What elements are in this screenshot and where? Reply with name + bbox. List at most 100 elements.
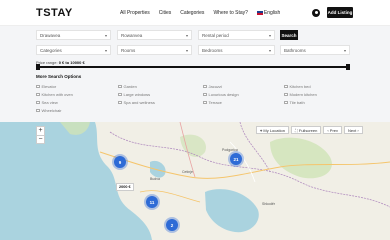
checkbox[interactable] (118, 100, 122, 105)
option-label: Large windows (123, 92, 151, 97)
rental-period-select[interactable]: Rental period ▾ (198, 30, 275, 40)
prev-button[interactable]: ‹ Prev (323, 126, 343, 134)
bathrooms-value: Bathrooms (284, 47, 306, 53)
language-selector[interactable]: English (256, 10, 281, 16)
map-tiles (0, 122, 390, 240)
chevron-down-icon: ▾ (104, 48, 107, 53)
map-cluster-marker[interactable]: 9 (114, 156, 126, 168)
option-checkbox-item[interactable]: Elevator (36, 84, 56, 89)
option-checkbox-item[interactable]: Kitchen bed (284, 84, 311, 89)
chevron-down-icon: ▾ (185, 48, 188, 53)
city-label: Shkodër (262, 202, 276, 206)
site-logo[interactable]: TSTAY (36, 7, 73, 19)
option-label: Terrace (208, 100, 222, 105)
add-listing-button[interactable]: Add Listing (327, 7, 353, 18)
nav-cities[interactable]: Cities (159, 10, 172, 16)
option-checkbox-item[interactable]: Luxurious design (203, 92, 239, 97)
checkbox[interactable] (36, 108, 40, 113)
more-options-title: More Search Options (36, 74, 82, 79)
checkbox[interactable] (203, 84, 207, 89)
map-controls: ⌖ My Location ⛶ Fullscreen ‹ Prev Next › (256, 126, 363, 134)
my-location-label: My Location (263, 127, 285, 133)
zoom-in-button[interactable]: + (37, 127, 44, 135)
option-label: Garden (123, 84, 137, 89)
rooms-value: Rooms (121, 47, 136, 53)
checkbox[interactable] (203, 100, 207, 105)
uk-flag-icon (256, 10, 263, 15)
checkbox[interactable] (36, 92, 40, 97)
price-range-value: 0 € to 10000 € (58, 60, 85, 65)
checkin-value: Rowanvea (121, 32, 143, 38)
price-range-label: Price range: 0 € to 10000 € (36, 60, 85, 65)
price-slider-max-handle[interactable] (346, 64, 350, 70)
checkbox[interactable] (284, 84, 288, 89)
checkbox[interactable] (36, 100, 40, 105)
categories-value: Categories (40, 47, 62, 53)
option-checkbox-item[interactable]: Modern kitchen (284, 92, 317, 97)
option-checkbox-item[interactable]: Large windows (118, 92, 150, 97)
rental-period-value: Rental period (202, 32, 229, 38)
map-price-marker[interactable]: 2000 € (116, 183, 134, 191)
option-label: Tile bath (289, 100, 305, 105)
map[interactable]: + − ⌖ My Location ⛶ Fullscreen ‹ Prev Ne… (0, 122, 390, 240)
fullscreen-button[interactable]: ⛶ Fullscreen (290, 126, 322, 134)
my-location-button[interactable]: ⌖ My Location (256, 126, 289, 134)
search-button[interactable]: Search (280, 30, 298, 40)
option-checkbox-item[interactable]: Sea view (36, 100, 58, 105)
nav-categories[interactable]: Categories (180, 10, 204, 16)
option-label: Kitchen bed (289, 84, 311, 89)
option-checkbox-item[interactable]: Wheelchair (36, 108, 62, 113)
option-checkbox-item[interactable]: Jacuzzi (203, 84, 222, 89)
fullscreen-label: Fullscreen (298, 127, 318, 133)
option-label: Luxurious design (208, 92, 239, 97)
city-label: Cetinje (182, 170, 193, 174)
option-checkbox-item[interactable]: Tile bath (284, 100, 305, 105)
bedrooms-select[interactable]: Bedrooms ▾ (198, 45, 275, 55)
chevron-down-icon: ▾ (268, 48, 271, 53)
price-slider-min-handle[interactable] (36, 64, 40, 70)
bathrooms-select[interactable]: Bathrooms ▾ (280, 45, 350, 55)
search-panel: Drawavea ▾ Rowanvea ▾ Rental period ▾ Searc… (0, 26, 390, 122)
chevron-down-icon: ▾ (104, 33, 107, 38)
checkbox[interactable] (118, 84, 122, 89)
option-checkbox-item[interactable]: Garden (118, 84, 137, 89)
map-cluster-marker[interactable]: 21 (230, 153, 242, 165)
chevron-down-icon: ▾ (268, 33, 271, 38)
nav-where-to-stay[interactable]: Where to Stay? (213, 10, 247, 16)
option-checkbox-item[interactable]: Spa and wellness (118, 100, 155, 105)
language-label: English (263, 10, 281, 16)
map-cluster-marker[interactable]: 2 (166, 219, 178, 231)
destination-select[interactable]: Drawavea ▾ (36, 30, 111, 40)
chevron-down-icon: ▾ (185, 33, 188, 38)
zoom-control: + − (36, 126, 45, 144)
next-button[interactable]: Next › (344, 126, 363, 134)
nav-all-properties[interactable]: All Properties (120, 10, 150, 16)
city-label: Budva (150, 177, 160, 181)
option-checkbox-item[interactable]: Kitchen with oven (36, 92, 73, 97)
rooms-select[interactable]: Rooms ▾ (117, 45, 192, 55)
option-checkbox-item[interactable]: Terrace (203, 100, 222, 105)
option-label: Modern kitchen (289, 92, 317, 97)
checkbox[interactable] (284, 100, 288, 105)
option-label: Spa and wellness (123, 100, 155, 105)
checkbox[interactable] (284, 92, 288, 97)
option-label: Sea view (41, 100, 58, 105)
option-label: Elevator (41, 84, 57, 89)
next-label: Next (348, 127, 357, 133)
price-slider[interactable] (36, 64, 350, 70)
option-label: Kitchen with oven (41, 92, 73, 97)
categories-select[interactable]: Categories ▾ (36, 45, 111, 55)
user-icon[interactable] (312, 9, 320, 17)
option-label: Jacuzzi (208, 84, 222, 89)
checkbox[interactable] (36, 84, 40, 89)
chevron-right-icon: › (356, 127, 359, 133)
map-cluster-marker[interactable]: 11 (146, 196, 158, 208)
prev-label: Prev (329, 127, 339, 133)
site-header: TSTAY All Properties Cities Categories W… (0, 0, 390, 26)
checkin-select[interactable]: Rowanvea ▾ (117, 30, 192, 40)
checkbox[interactable] (118, 92, 122, 97)
option-label: Wheelchair (41, 108, 62, 113)
zoom-out-button[interactable]: − (37, 135, 44, 143)
checkbox[interactable] (203, 92, 207, 97)
chevron-down-icon: ▾ (343, 48, 346, 53)
